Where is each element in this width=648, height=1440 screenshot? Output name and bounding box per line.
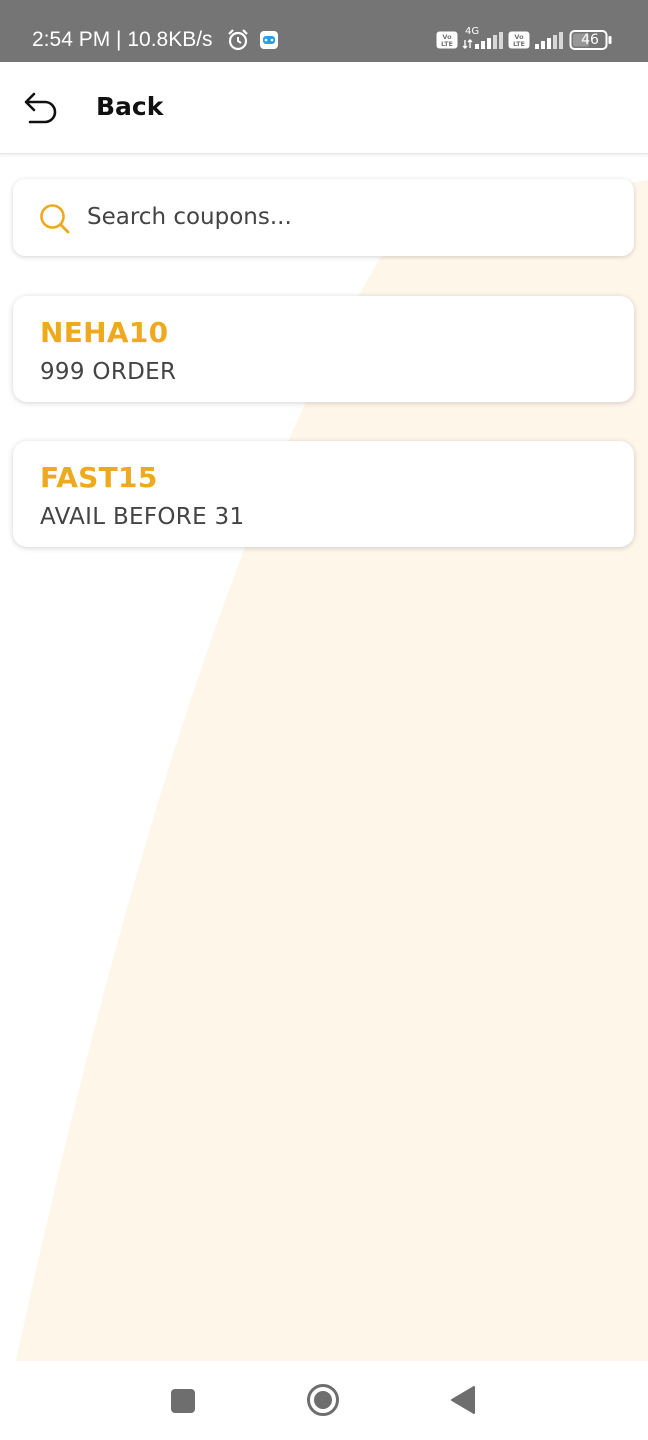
svg-text:LTE: LTE [513, 40, 525, 48]
svg-text:LTE: LTE [441, 40, 453, 48]
search-bar[interactable] [13, 179, 634, 256]
back-button[interactable] [450, 1385, 476, 1415]
status-time-speed: 2:54 PM | 10.8KB/s [32, 28, 213, 51]
volte-icon: Vo LTE [436, 31, 458, 49]
recents-button[interactable] [170, 1388, 196, 1414]
coupon-card[interactable]: FAST15 AVAIL BEFORE 31 [13, 441, 634, 547]
signal-icon-2 [535, 32, 563, 49]
status-bar: 2:54 PM | 10.8KB/s Vo LTE 4G Vo LTE 46 [0, 0, 648, 62]
coupon-code: NEHA10 [40, 316, 169, 349]
coupon-description: 999 ORDER [40, 359, 177, 385]
page-title[interactable]: Back [96, 91, 163, 123]
coupon-list: NEHA10 999 ORDER FAST15 AVAIL BEFORE 31 [13, 296, 634, 586]
back-arrow-icon[interactable] [22, 90, 60, 126]
home-button[interactable] [306, 1383, 340, 1417]
coupon-code: FAST15 [40, 461, 158, 494]
battery-level: 46 [581, 32, 599, 48]
volte-icon-2: Vo LTE [508, 31, 530, 49]
coupon-card[interactable]: NEHA10 999 ORDER [13, 296, 634, 402]
coupon-description: AVAIL BEFORE 31 [40, 504, 245, 530]
system-nav-bar [0, 1361, 648, 1440]
screen: 2:54 PM | 10.8KB/s Vo LTE 4G Vo LTE 46 B… [0, 0, 648, 1440]
search-icon [40, 204, 70, 234]
alarm-icon [228, 29, 248, 51]
signal-icon [462, 32, 503, 49]
search-input[interactable] [87, 197, 607, 237]
app-bar: Back [0, 62, 648, 154]
game-icon [260, 31, 278, 49]
